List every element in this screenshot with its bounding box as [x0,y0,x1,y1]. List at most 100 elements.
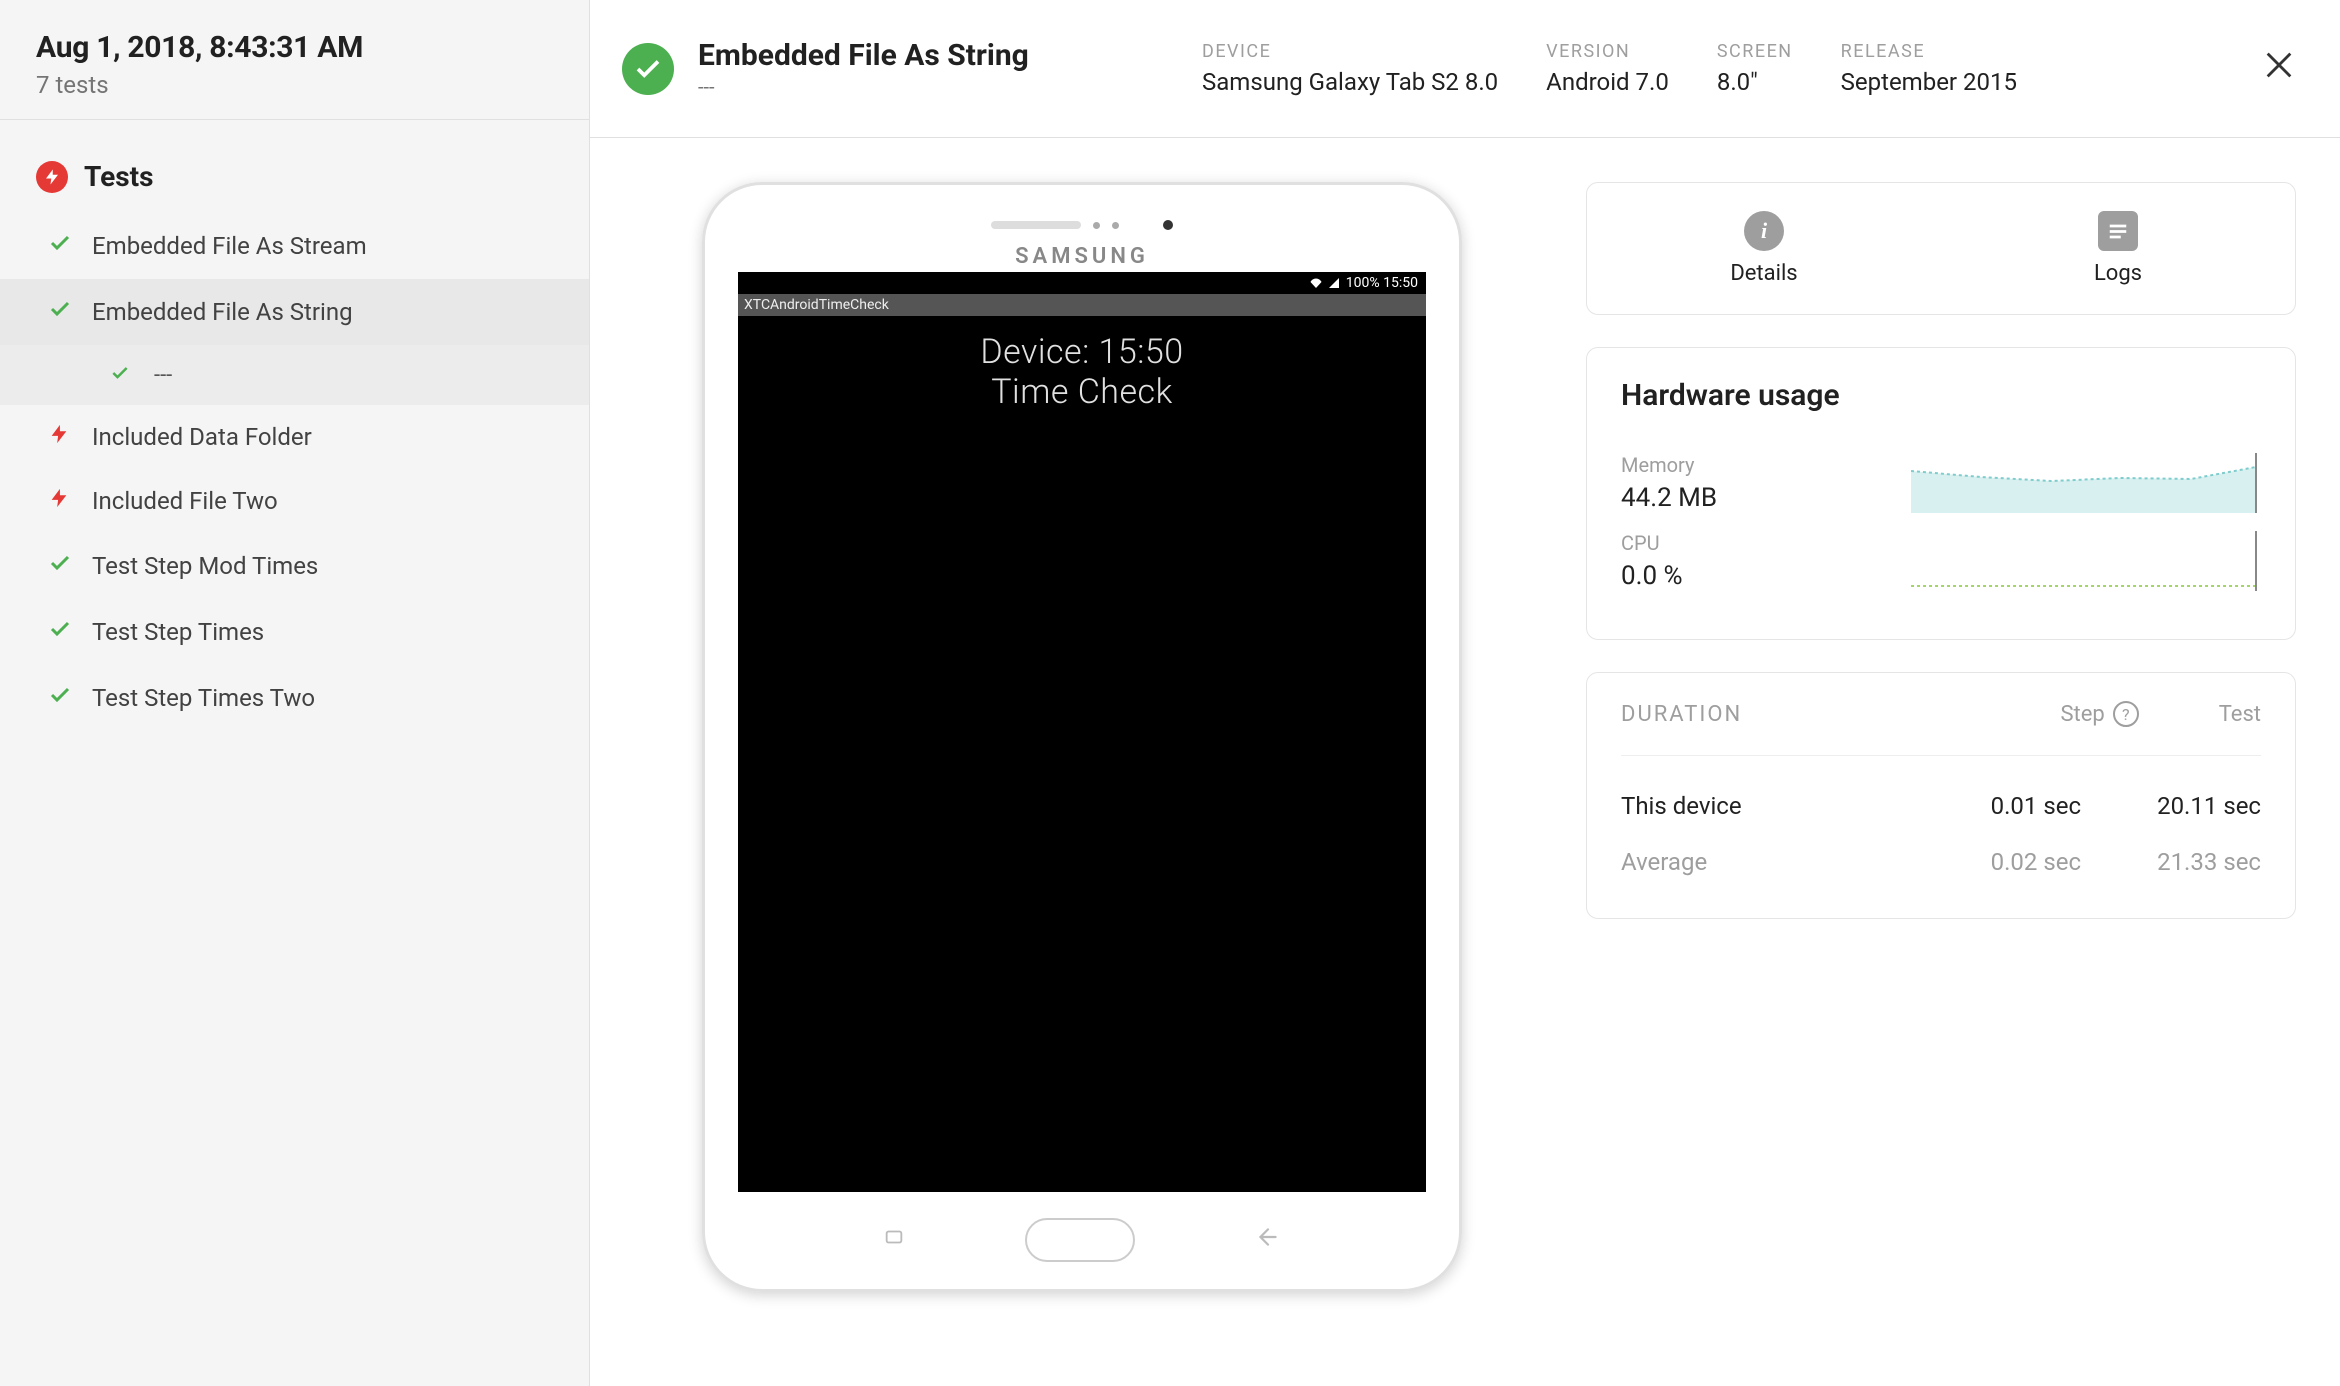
tab-label: Logs [2094,261,2142,286]
col-label: RELEASE [1841,41,2017,62]
tests-heading: Tests [0,160,589,213]
test-item-test-step-mod-times[interactable]: Test Step Mod Times [0,533,589,599]
duration-col-step-label: Step [2060,702,2104,727]
bolt-icon [48,423,72,451]
duration-col-step: Step ? [2060,701,2138,727]
hardware-card: Hardware usage Memory 44.2 MB [1586,347,2296,640]
tab-logs[interactable]: Logs [1941,211,2295,286]
main: Embedded File As String --- DEVICE Samsu… [590,0,2340,1386]
close-icon[interactable] [2262,48,2296,89]
metric-memory: Memory 44.2 MB [1621,453,2261,513]
duration-row-label: This device [1621,792,1742,820]
status-bar-text: 100% 15:50 [1346,275,1418,291]
speaker-icon [991,221,1081,229]
duration-table: This device 0.01 sec 20.11 sec Average 0… [1621,755,2261,890]
back-icon [1255,1224,1281,1256]
col-value: 8.0" [1717,68,1793,96]
test-item-label: Test Step Times Two [92,684,315,712]
col-value: Android 7.0 [1546,68,1669,96]
duration-test-value: 20.11 sec [2131,792,2261,820]
metric-value: 44.2 MB [1621,483,1717,513]
duration-col-test: Test [2219,701,2261,727]
run-timestamp: Aug 1, 2018, 8:43:31 AM [36,30,553,65]
hardware-title: Hardware usage [1621,378,2261,413]
duration-step-value: 0.02 sec [1951,848,2081,876]
test-item-label: Embedded File As Stream [92,232,367,260]
metric-cpu: CPU 0.0 % [1621,531,2261,591]
test-sub-item-label: --- [154,363,172,388]
cpu-sparkline [1911,531,2261,591]
test-count: 7 tests [36,71,553,99]
logs-icon [2098,211,2138,251]
duration-title: DURATION [1621,702,1742,727]
tests-heading-label: Tests [84,160,153,193]
help-icon[interactable]: ? [2113,701,2139,727]
tablet-bottom-nav [702,1218,1462,1262]
check-icon [110,361,134,389]
recent-apps-icon [883,1226,905,1254]
test-item-label: Embedded File As String [92,298,353,326]
test-item-label: Test Step Mod Times [92,552,318,580]
duration-row-average: Average 0.02 sec 21.33 sec [1621,834,2261,890]
tab-label: Details [1730,261,1797,286]
test-item-test-step-times-two[interactable]: Test Step Times Two [0,665,589,731]
bolt-icon [48,487,72,515]
metric-label: CPU [1621,531,1683,555]
metric-label: Memory [1621,453,1717,477]
check-icon [48,231,72,261]
duration-row-this-device: This device 0.01 sec 20.11 sec [1621,778,2261,834]
sidebar: Aug 1, 2018, 8:43:31 AM 7 tests Tests Em… [0,0,590,1386]
metric-value: 0.0 % [1621,561,1683,591]
memory-sparkline [1911,453,2261,513]
test-item-embedded-file-as-string[interactable]: Embedded File As String [0,279,589,345]
bolt-badge-icon [36,161,68,193]
content: SAMSUNG 100% 15:50 XTCAndroidTimeCheck D… [590,138,2340,1386]
col-release: RELEASE September 2015 [1841,41,2017,96]
tests-section: Tests Embedded File As Stream Embedded F… [0,120,589,731]
test-item-label: Included File Two [92,487,278,515]
check-icon [48,297,72,327]
sidebar-header: Aug 1, 2018, 8:43:31 AM 7 tests [0,0,589,120]
tablet-frame: SAMSUNG 100% 15:50 XTCAndroidTimeCheck D… [702,182,1462,1292]
test-item-test-step-times[interactable]: Test Step Times [0,599,589,665]
android-status-bar: 100% 15:50 [738,272,1426,294]
col-screen: SCREEN 8.0" [1717,41,1793,96]
col-version: VERSION Android 7.0 [1546,41,1669,96]
test-item-included-file-two[interactable]: Included File Two [0,469,589,533]
col-label: VERSION [1546,41,1669,62]
duration-card: DURATION Step ? Test This device [1586,672,2296,919]
duration-header: DURATION Step ? Test [1621,701,2261,727]
test-item-embedded-file-as-stream[interactable]: Embedded File As Stream [0,213,589,279]
android-app-bar: XTCAndroidTimeCheck [738,294,1426,316]
col-label: DEVICE [1202,41,1498,62]
tab-details[interactable]: i Details [1587,211,1941,286]
info-pane: i Details Logs Hardware usage Memor [1586,182,2296,1342]
check-icon [48,683,72,713]
test-sub-item[interactable]: --- [0,345,589,405]
home-button-icon [1025,1218,1135,1262]
test-item-label: Included Data Folder [92,423,312,451]
main-header: Embedded File As String --- DEVICE Samsu… [590,0,2340,138]
header-title-block: Embedded File As String --- [622,38,1202,99]
screen-line-2: Time Check [738,372,1426,412]
page-subtitle: --- [698,75,1029,99]
col-value: Samsung Galaxy Tab S2 8.0 [1202,68,1498,96]
tablet-screen: 100% 15:50 XTCAndroidTimeCheck Device: 1… [738,272,1426,1192]
duration-test-value: 21.33 sec [2131,848,2261,876]
check-icon [48,617,72,647]
col-label: SCREEN [1717,41,1793,62]
tablet-top-sensors [702,220,1462,230]
check-icon [48,551,72,581]
test-item-included-data-folder[interactable]: Included Data Folder [0,405,589,469]
duration-row-label: Average [1621,848,1707,876]
screen-content: Device: 15:50 Time Check [738,316,1426,412]
device-preview: SAMSUNG 100% 15:50 XTCAndroidTimeCheck D… [622,182,1542,1342]
status-check-icon [622,43,674,95]
sensor-dot-icon [1112,222,1119,229]
sensor-dot-icon [1093,222,1100,229]
col-value: September 2015 [1841,68,2017,96]
page-title: Embedded File As String [698,38,1029,73]
test-item-label: Test Step Times [92,618,264,646]
tabs-card: i Details Logs [1586,182,2296,315]
camera-dot-icon [1163,220,1173,230]
